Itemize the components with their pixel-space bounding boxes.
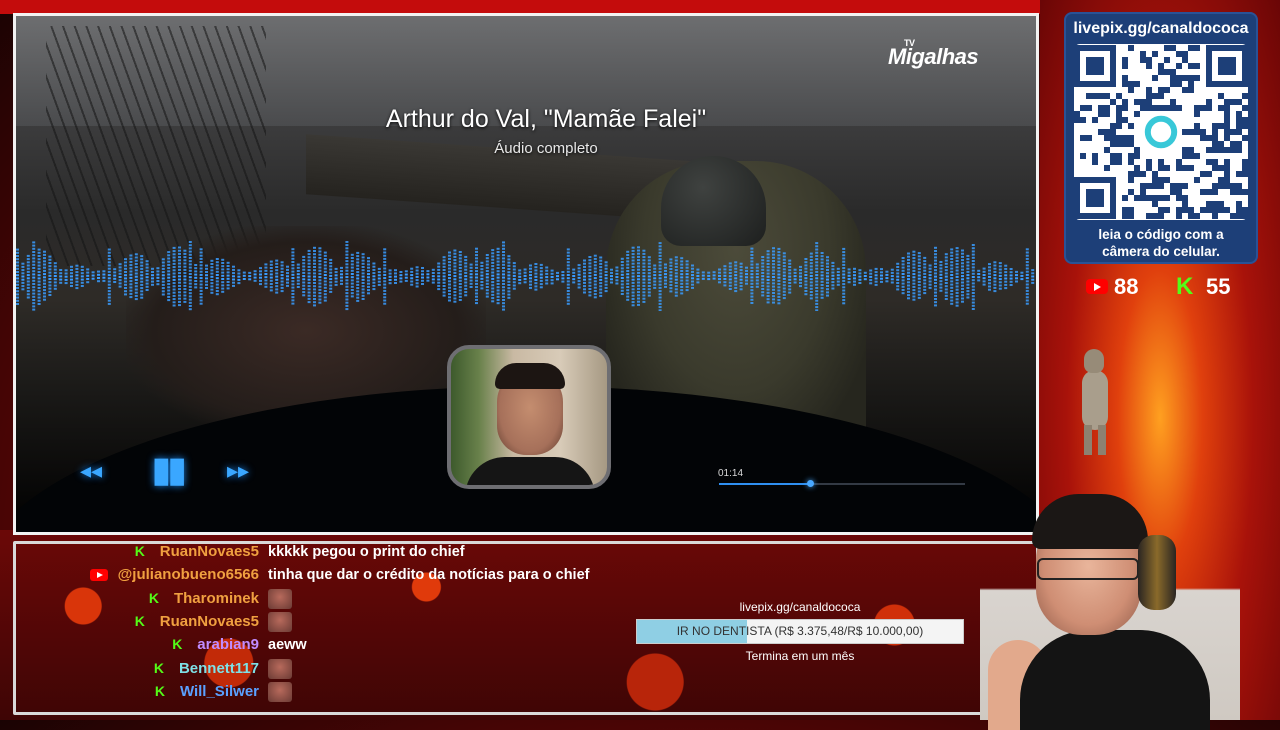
speaker-avatar — [447, 345, 611, 489]
goal-deadline: Termina em um mês — [745, 649, 855, 663]
chat-emote — [268, 658, 292, 679]
streamer-webcam — [980, 480, 1240, 730]
chat-username[interactable]: K Will_Silwer — [154, 683, 259, 700]
chat-message-text: aeww — [268, 637, 307, 654]
progress-bar[interactable] — [719, 480, 965, 487]
goal-url: livepix.gg/canaldococa — [739, 600, 861, 614]
qr-panel: livepix.gg/canaldococa leia o código com… — [1064, 12, 1258, 264]
progress-knob[interactable] — [807, 480, 815, 487]
youtube-viewer-count: 88 — [1114, 274, 1139, 299]
chat-message: K Bennett117 — [0, 658, 700, 680]
chat-emote — [268, 588, 292, 609]
chat-message: K RuanNovaes5 — [0, 611, 700, 633]
fast-forward-icon[interactable]: ▸▸ — [227, 458, 249, 484]
chat-username-text: RuanNovaes5 — [159, 543, 259, 560]
kick-badge-icon: K — [134, 543, 145, 559]
kick-badge-icon: K — [172, 636, 183, 653]
chat-emote — [268, 681, 292, 702]
kick-badge-icon: K — [148, 589, 160, 606]
headset — [1138, 535, 1176, 610]
chat-emote — [268, 611, 292, 632]
rewind-icon[interactable]: ◂◂ — [80, 458, 102, 484]
chat-username-text: arabian9 — [197, 636, 259, 654]
goal-progress-bar: IR NO DENTISTA (R$ 3.375,48/R$ 10.000,00… — [636, 619, 964, 644]
youtube-badge-icon — [89, 569, 108, 582]
qr-caption: leia o código com a câmera do celular. — [1098, 227, 1224, 259]
chat-username-text: Bennett117 — [178, 659, 259, 677]
chat-username[interactable]: K Tharominek — [148, 590, 259, 607]
audio-subtitle: Áudio completo — [494, 140, 598, 157]
chat-message: Karabian9 aeww — [0, 634, 700, 656]
audio-waveform — [16, 241, 1035, 311]
chat-message: K RuanNovaes5 kkkkk pegou o print do chief — [0, 541, 700, 563]
tv-migalhas-logo: TV Migalhas — [888, 38, 979, 69]
qr-code-image — [1074, 45, 1248, 219]
chat-username-text: @julianobueno6566 — [117, 566, 259, 584]
kick-viewer-count: 55 — [1206, 274, 1231, 299]
audio-title: Arthur do Val, "Mamãe Falei" — [385, 105, 707, 133]
kick-badge-icon: K — [154, 682, 165, 699]
chat-username[interactable]: K RuanNovaes5 — [134, 613, 259, 630]
viewer-counts: 88 K 55 — [1084, 274, 1264, 302]
chat-message: @julianobueno6566 tinha que dar o crédito… — [0, 564, 700, 586]
kick-badge-icon: K — [153, 659, 165, 676]
qr-title: livepix.gg/canaldococa — [1073, 20, 1249, 37]
chat-username-text: RuanNovaes5 — [159, 612, 259, 630]
chat-username[interactable]: Karabian9 — [171, 636, 259, 653]
chat-username-text: Will_Silwer — [179, 682, 259, 700]
progress-fill — [719, 483, 811, 485]
wolf-figurine — [1072, 345, 1116, 455]
chat-message-text: tinha que dar o crédito da notícias para… — [268, 567, 590, 584]
qr-code — [1074, 44, 1248, 220]
chat-username[interactable]: K Bennett117 — [153, 660, 259, 677]
chat-message-text: kkkkk pegou o print do chief — [268, 544, 465, 560]
chat-message: K Will_Silwer — [0, 681, 700, 703]
kick-icon: K — [1176, 273, 1194, 300]
chat-username-text: Tharominek — [173, 589, 259, 607]
chat-username[interactable]: @julianobueno6566 — [89, 566, 259, 584]
kick-badge-icon: K — [134, 612, 145, 629]
playback-time: 01:14 — [718, 468, 744, 479]
chat-username[interactable]: K RuanNovaes5 — [134, 543, 259, 560]
glasses — [1037, 558, 1139, 580]
video-player[interactable]: TV Migalhas Arthur do Val, "Mamãe Falei"… — [13, 13, 1039, 535]
goal-label: IR NO DENTISTA (R$ 3.375,48/R$ 10.000,00… — [676, 624, 924, 638]
pause-icon[interactable]: ▮▮ — [152, 450, 186, 490]
chat-message: K Tharominek — [0, 588, 700, 610]
youtube-icon — [1086, 279, 1108, 294]
